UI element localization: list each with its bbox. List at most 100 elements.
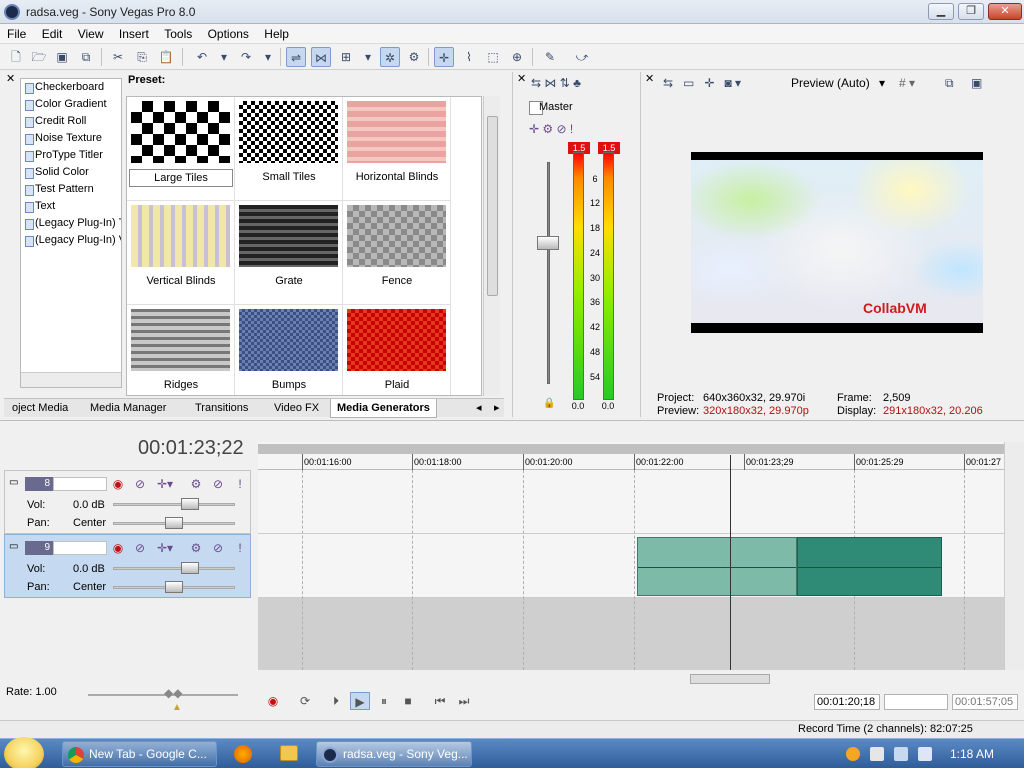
menu-edit[interactable]: Edit: [37, 24, 68, 44]
network-icon[interactable]: [894, 747, 908, 761]
menu-options[interactable]: Options: [203, 24, 254, 44]
go-to-end-icon[interactable]: ⏭: [454, 692, 474, 710]
preset-scrollbar[interactable]: [483, 96, 500, 396]
generator-list-scrollbar[interactable]: [21, 372, 121, 387]
solo-icon[interactable]: !: [233, 477, 247, 491]
search-tray-icon[interactable]: [846, 747, 860, 761]
start-button[interactable]: [4, 737, 44, 768]
preset-bumps[interactable]: Bumps: [235, 305, 343, 395]
track-fx-icon[interactable]: ⚙: [189, 477, 203, 491]
preview-quality-dropdown[interactable]: Preview (Auto): [791, 76, 870, 90]
master-fader-handle[interactable]: [537, 236, 559, 250]
pan-slider-knob[interactable]: [165, 517, 183, 529]
save-snapshot-icon[interactable]: ▣: [971, 76, 982, 90]
zoom-tool-icon[interactable]: ⊕: [507, 47, 527, 67]
go-to-start-icon[interactable]: ⏮: [430, 692, 450, 710]
menu-file[interactable]: File: [2, 24, 31, 44]
paste-icon[interactable]: 📋: [156, 47, 176, 67]
timeline-vertical-scrollbar[interactable]: [1004, 442, 1024, 670]
track-collapse-icon[interactable]: ▭: [9, 541, 18, 552]
markers-icon[interactable]: ✎: [540, 47, 560, 67]
play-from-start-icon[interactable]: ⏵: [326, 692, 346, 710]
cut-icon[interactable]: ✂: [108, 47, 128, 67]
preview-quality-chevron-icon[interactable]: ▾: [879, 76, 885, 90]
track-name-field[interactable]: [53, 477, 107, 491]
track-name-field[interactable]: [53, 541, 107, 555]
audio-clip-selected[interactable]: [637, 537, 797, 596]
generator-item[interactable]: Test Pattern: [21, 181, 121, 198]
open-folder-icon[interactable]: 🗁: [29, 47, 49, 67]
menu-tools[interactable]: Tools: [159, 24, 197, 44]
tab-media-generators[interactable]: Media Generators: [330, 399, 437, 418]
undo-dropdown-icon[interactable]: ▾: [214, 47, 234, 67]
snap-dropdown-icon[interactable]: ▾: [358, 47, 378, 67]
generator-item[interactable]: Noise Texture: [21, 130, 121, 147]
lock-icon[interactable]: 🔒: [543, 398, 555, 409]
mute-icon[interactable]: ⊘: [211, 541, 225, 555]
volume-slider-knob[interactable]: [181, 562, 199, 574]
volume-icon[interactable]: [918, 747, 932, 761]
menu-insert[interactable]: Insert: [114, 24, 154, 44]
preset-grate[interactable]: Grate: [235, 201, 343, 305]
volume-slider-knob[interactable]: [181, 498, 199, 510]
preset-vertical-blinds[interactable]: Vertical Blinds: [127, 201, 235, 305]
play-icon[interactable]: ▶: [350, 692, 370, 710]
tab-transitions[interactable]: Transitions: [189, 399, 254, 418]
minimize-button[interactable]: ▁: [928, 3, 954, 20]
master-fx-icon[interactable]: ✛ ⚙ ⊘ !: [529, 122, 573, 136]
generator-item[interactable]: Credit Roll: [21, 113, 121, 130]
track-motion-icon[interactable]: ✛▾: [157, 541, 173, 555]
tab-video-fx[interactable]: Video FX: [268, 399, 325, 418]
copy-snapshot-icon[interactable]: ⧉: [945, 76, 954, 91]
generator-item[interactable]: ProType Titler: [21, 147, 121, 164]
track-header-9[interactable]: ▭ 9 ◉ ⊘ ✛▾ ⚙ ⊘ ! Vol: 0.0 dB Pan: Center: [4, 534, 251, 598]
tab-scroll-right-icon[interactable]: ▸: [488, 399, 506, 418]
new-file-icon[interactable]: 🗋: [6, 47, 26, 67]
invert-phase-icon[interactable]: ⊘: [133, 541, 147, 555]
timeline-ruler[interactable]: 00:01:16:00 00:01:18:00 00:01:20:00 00:0…: [258, 442, 1004, 470]
undo-icon[interactable]: ↶: [192, 47, 212, 67]
maximize-button[interactable]: ❐: [958, 3, 984, 20]
help-pointer-icon[interactable]: ⤻: [572, 47, 592, 67]
mixer-toolbar-icon[interactable]: ⇆ ⋈ ⇅ ♣: [531, 76, 581, 90]
generator-item[interactable]: Checkerboard: [21, 79, 121, 96]
solo-icon[interactable]: !: [233, 541, 247, 555]
track-lane-8[interactable]: [258, 470, 1004, 534]
selection-start-timecode[interactable]: 00:01:20;18: [814, 694, 880, 710]
record-icon[interactable]: ◉: [263, 692, 283, 710]
preset-horizontal-blinds[interactable]: Horizontal Blinds: [343, 97, 451, 201]
track-motion-icon[interactable]: ✛▾: [157, 477, 173, 491]
rate-slider-knob[interactable]: ◆◆: [164, 686, 182, 700]
close-button[interactable]: ✕: [988, 3, 1022, 20]
auto-ripple-icon[interactable]: ⇌: [286, 47, 306, 67]
taskbar-clock[interactable]: 1:18 AM: [950, 747, 994, 761]
arm-record-icon[interactable]: ◉: [111, 541, 125, 555]
marker-bar[interactable]: [258, 444, 1004, 454]
tab-media-manager[interactable]: Media Manager: [84, 399, 172, 418]
pause-icon[interactable]: ⏸: [374, 692, 394, 710]
close-mixer-icon[interactable]: ✕: [517, 72, 526, 85]
taskbar-vegas[interactable]: radsa.veg - Sony Veg...: [316, 741, 472, 767]
audio-clip[interactable]: [797, 537, 942, 596]
overlays-grid-icon[interactable]: # ▾: [899, 76, 915, 90]
ignore-grouping-icon[interactable]: ⚙: [404, 47, 424, 67]
folder-icon[interactable]: [280, 745, 298, 761]
crossfade-icon[interactable]: ⋈: [311, 47, 331, 67]
track-header-8[interactable]: ▭ 8 ◉ ⊘ ✛▾ ⚙ ⊘ ! Vol: 0.0 dB Pan: Center: [4, 470, 251, 534]
close-preview-icon[interactable]: ✕: [645, 72, 654, 85]
generator-item[interactable]: Solid Color: [21, 164, 121, 181]
pan-slider-knob[interactable]: [165, 581, 183, 593]
preset-plaid[interactable]: Plaid: [343, 305, 451, 395]
envelope-tool-icon[interactable]: ⌇: [459, 47, 479, 67]
generator-item[interactable]: Color Gradient: [21, 96, 121, 113]
mute-icon[interactable]: ⊘: [211, 477, 225, 491]
selection-end-timecode[interactable]: 00:01:57;05: [952, 694, 1018, 710]
selection-tool-icon[interactable]: ⬚: [483, 47, 503, 67]
track-collapse-icon[interactable]: ▭: [9, 477, 18, 488]
preset-small-tiles[interactable]: Small Tiles: [235, 97, 343, 201]
generator-item[interactable]: (Legacy Plug-In) V: [21, 232, 121, 249]
generator-item[interactable]: Text: [21, 198, 121, 215]
redo-icon[interactable]: ↷: [236, 47, 256, 67]
track-fx-icon[interactable]: ⚙: [189, 541, 203, 555]
menu-view[interactable]: View: [73, 24, 109, 44]
